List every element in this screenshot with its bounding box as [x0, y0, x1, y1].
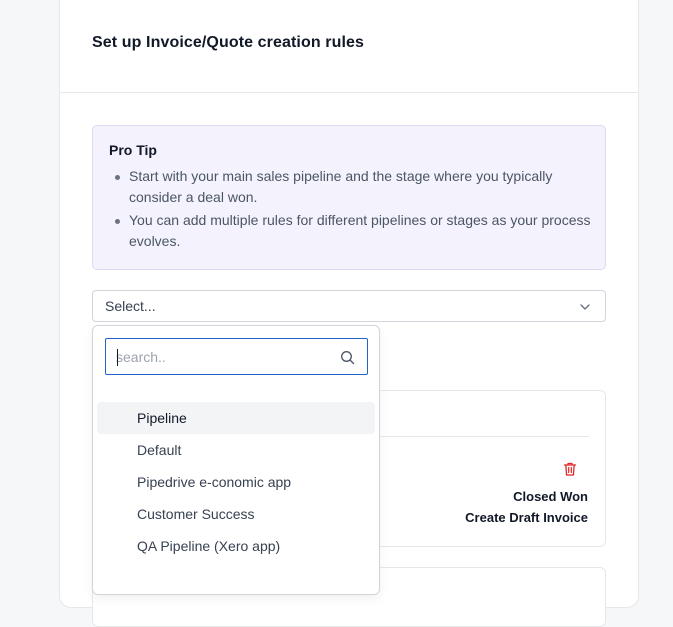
rule-action-value: Create Draft Invoice [465, 510, 588, 525]
pipeline-select-value: Select... [105, 298, 156, 314]
page-title: Set up Invoice/Quote creation rules [92, 34, 365, 51]
dropdown-option[interactable]: Customer Success [97, 498, 375, 530]
dropdown-option[interactable]: Pipeline [97, 402, 375, 434]
pro-tip-list: Start with your main sales pipeline and … [109, 166, 599, 254]
pipeline-dropdown: Pipeline Default Pipedrive e-conomic app… [92, 325, 380, 595]
pro-tip-item: You can add multiple rules for different… [109, 210, 599, 252]
bullet-icon [115, 219, 120, 224]
bullet-icon [115, 175, 120, 180]
dropdown-search [105, 338, 368, 375]
chevron-down-icon [580, 304, 590, 310]
text-caret [117, 349, 118, 366]
dropdown-option[interactable]: QA Pipeline (Xero app) [97, 530, 375, 562]
rule-stage-value: Closed Won [513, 489, 588, 504]
trash-icon[interactable] [562, 461, 578, 477]
search-input[interactable] [116, 347, 326, 367]
pipeline-select[interactable]: Select... [92, 290, 606, 322]
pro-tip-box: Pro Tip Start with your main sales pipel… [92, 125, 606, 270]
pro-tip-text: Start with your main sales pipeline and … [129, 168, 553, 205]
search-icon [341, 351, 355, 365]
pro-tip-item: Start with your main sales pipeline and … [109, 166, 599, 208]
pro-tip-text: You can add multiple rules for different… [129, 212, 591, 249]
dropdown-option[interactable]: Default [97, 434, 375, 466]
pro-tip-title: Pro Tip [109, 142, 157, 158]
card-header: Set up Invoice/Quote creation rules [60, 0, 638, 93]
dropdown-options: Pipeline Default Pipedrive e-conomic app… [97, 402, 375, 562]
dropdown-option[interactable]: Pipedrive e-conomic app [97, 466, 375, 498]
